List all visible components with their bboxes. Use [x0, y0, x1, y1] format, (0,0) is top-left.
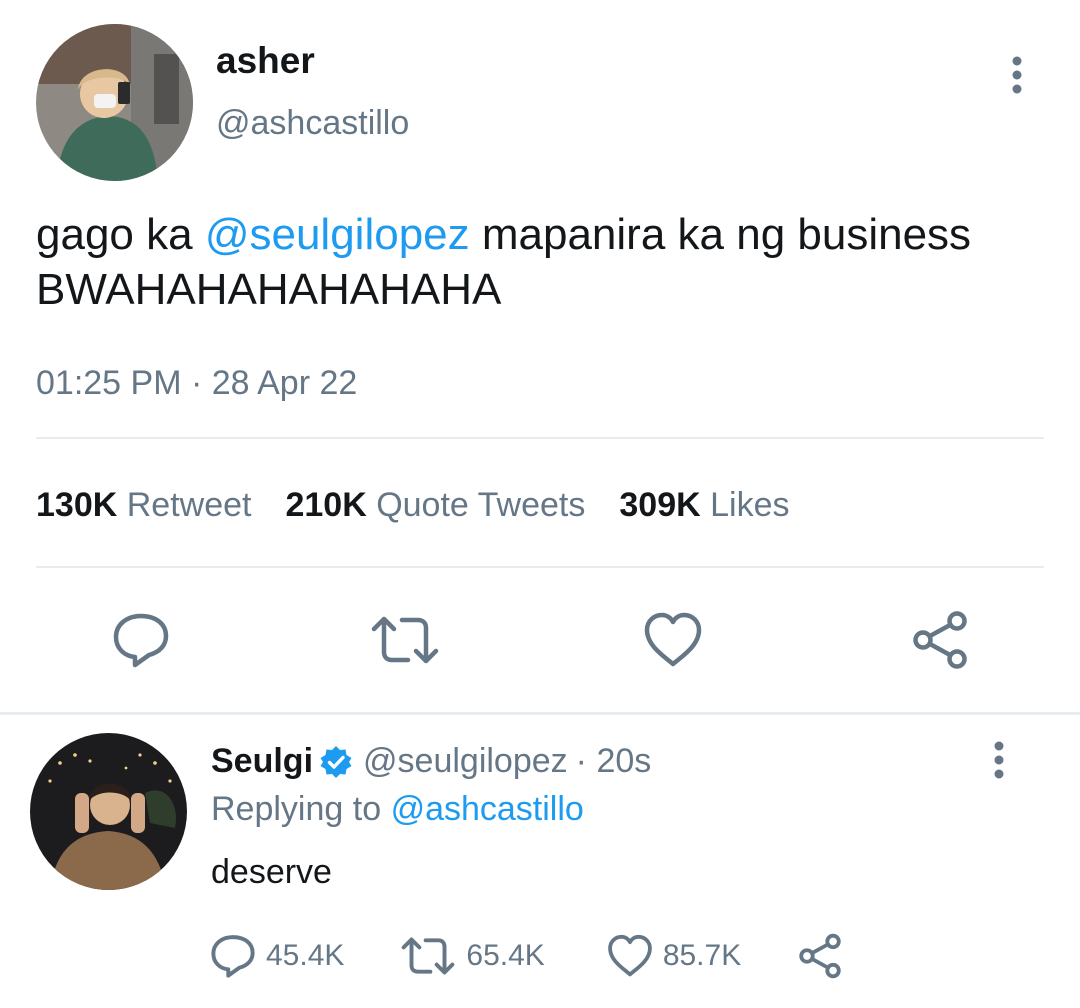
share-button[interactable] — [905, 605, 975, 675]
like-icon — [644, 612, 702, 667]
retweet-count: 65.4K — [466, 939, 545, 972]
author-avatar[interactable] — [36, 24, 193, 181]
replying-to-label: Replying to — [211, 790, 382, 828]
share-icon — [913, 611, 967, 669]
section-separator — [0, 712, 1080, 715]
quote-tweets-stat[interactable]: 210K Quote Tweets — [285, 486, 585, 524]
more-options-icon[interactable] — [1000, 55, 1034, 95]
author-display-name[interactable]: asher — [216, 40, 315, 82]
reply-icon — [211, 935, 255, 978]
retweet-label: Retweet — [126, 486, 252, 524]
replying-to-link[interactable]: @ashcastillo — [391, 790, 584, 828]
likes-count: 309K — [619, 486, 701, 524]
retweet-icon — [371, 616, 439, 664]
reply-button[interactable] — [106, 605, 176, 675]
reply-header: Seulgi @seulgilopez · 20s — [211, 742, 651, 781]
reply-time[interactable]: · 20s — [576, 742, 652, 781]
reply-like-button[interactable]: 85.7K — [607, 934, 741, 978]
quote-tweets-label: Quote Tweets — [376, 486, 586, 524]
quote-tweets-count: 210K — [285, 486, 367, 524]
avatar-photo — [30, 733, 187, 890]
reply-icon — [113, 613, 169, 668]
mention-link[interactable]: @seulgilopez — [205, 210, 470, 259]
reply-reply-button[interactable]: 45.4K — [210, 934, 344, 978]
reply-author-handle[interactable]: @seulgilopez — [363, 742, 568, 781]
reply-author-name[interactable]: Seulgi — [211, 742, 313, 781]
retweet-button[interactable] — [370, 605, 440, 675]
verified-badge-icon — [319, 745, 353, 779]
divider — [36, 566, 1044, 568]
like-icon — [607, 934, 652, 977]
like-button[interactable] — [638, 605, 708, 675]
more-options-icon[interactable] — [982, 740, 1016, 780]
engagement-stats: 130K Retweet 210K Quote Tweets 309K Likes — [36, 486, 789, 525]
avatar-photo — [36, 24, 193, 181]
reply-text: deserve — [211, 853, 332, 891]
share-icon — [799, 933, 841, 979]
tweet-text: gago ka @seulgilopez mapanira ka ng busi… — [36, 207, 1046, 317]
tweet-text-prefix: gago ka — [36, 210, 205, 259]
divider — [36, 437, 1044, 439]
replying-to-line: Replying to @ashcastillo — [211, 790, 584, 829]
reply-retweet-button[interactable]: 65.4K — [400, 934, 545, 978]
reply-share-button[interactable] — [797, 933, 853, 979]
reply-action-bar: 45.4K 65.4K 85.7K — [210, 930, 853, 982]
reply-count: 45.4K — [266, 939, 345, 972]
retweet-stat[interactable]: 130K Retweet — [36, 486, 251, 524]
retweet-icon — [402, 937, 455, 975]
tweet-timestamp[interactable]: 01:25 PM · 28 Apr 22 — [36, 364, 357, 403]
author-handle[interactable]: @ashcastillo — [216, 104, 409, 143]
retweet-count: 130K — [36, 486, 118, 524]
likes-label: Likes — [710, 486, 790, 524]
reply-author-avatar[interactable] — [30, 733, 187, 890]
likes-stat[interactable]: 309K Likes — [619, 486, 789, 524]
like-count: 85.7K — [662, 939, 742, 972]
